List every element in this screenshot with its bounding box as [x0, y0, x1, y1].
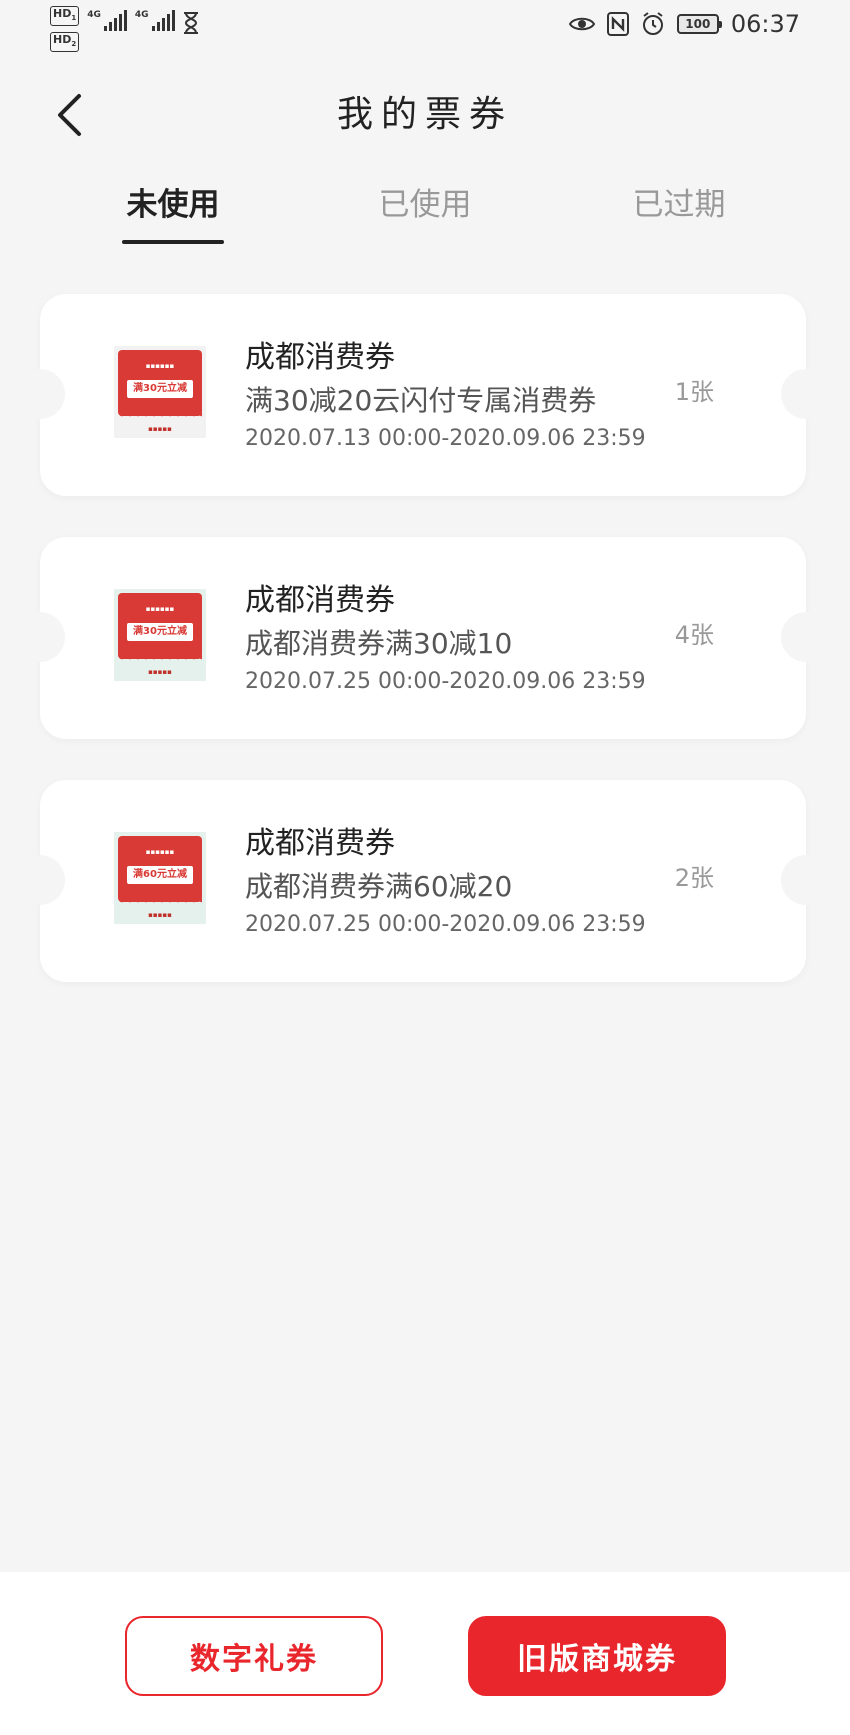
coupon-title: 成都消费券 — [245, 826, 395, 861]
tab-active-indicator — [122, 240, 224, 244]
digital-gift-coupon-button[interactable]: 数字礼券 — [125, 1616, 383, 1696]
coupon-title: 成都消费券 — [245, 340, 395, 375]
coupon-thumbnail: ▪▪▪▪▪▪ 满60元立减20元 ▪▪▪▪▪ — [114, 832, 206, 924]
tab-label: 已使用 — [378, 187, 472, 223]
coupon-card[interactable]: ▪▪▪▪▪▪ 满30元立减20元 ▪▪▪▪▪ 成都消费券 满30减20云闪付专属… — [15, 294, 831, 496]
ticket-notch — [15, 612, 65, 662]
ticket-notch — [781, 369, 831, 419]
tab-label: 已过期 — [632, 187, 726, 223]
coupon-card[interactable]: ▪▪▪▪▪▪ 满30元立减10元 ▪▪▪▪▪ 成都消费券 成都消费券满30减10… — [15, 537, 831, 739]
tab-unused[interactable]: 未使用 — [122, 180, 224, 244]
coupon-count: 4张 — [674, 621, 714, 649]
alarm-icon — [641, 12, 665, 36]
coupon-count: 1张 — [674, 378, 714, 406]
signal-1-icon: 4G — [87, 10, 127, 31]
thumbnail-band: 满60元立减20元 — [127, 866, 193, 898]
coupon-title: 成都消费券 — [245, 583, 395, 618]
ticket-notch — [781, 612, 831, 662]
hd-2-icon: HD2 — [50, 32, 80, 53]
ticket-notch — [781, 855, 831, 905]
hourglass-icon — [183, 12, 199, 34]
eye-icon — [568, 15, 595, 33]
status-time: 06:37 — [730, 10, 800, 38]
battery-icon: 100 — [676, 14, 722, 34]
coupon-thumbnail: ▪▪▪▪▪▪ 满30元立减20元 ▪▪▪▪▪ — [114, 346, 206, 438]
coupon-description: 成都消费券满60减20 — [245, 870, 513, 903]
hd-indicators: HD1 HD2 — [50, 6, 80, 53]
coupon-description: 满30减20云闪付专属消费券 — [245, 384, 597, 417]
header: 我的票券 — [0, 80, 850, 150]
coupon-count: 2张 — [674, 864, 714, 892]
tab-label: 未使用 — [126, 187, 220, 223]
coupon-description: 成都消费券满30减10 — [245, 627, 513, 660]
tab-expired[interactable]: 已过期 — [628, 180, 730, 230]
bottom-bar: 数字礼券 旧版商城券 — [0, 1572, 850, 1735]
nfc-icon — [606, 12, 629, 36]
ticket-notch — [15, 855, 65, 905]
status-left: HD1 HD2 4G 4G — [50, 6, 199, 53]
status-right: 100 06:37 — [568, 10, 800, 38]
coupon-card[interactable]: ▪▪▪▪▪▪ 满60元立减20元 ▪▪▪▪▪ 成都消费券 成都消费券满60减20… — [15, 780, 831, 982]
coupon-validity: 2020.07.25 00:00-2020.09.06 23:59 — [245, 669, 646, 694]
thumbnail-band: 满30元立减20元 — [127, 380, 193, 412]
legacy-mall-coupon-button[interactable]: 旧版商城券 — [468, 1616, 726, 1696]
hd-1-icon: HD1 — [50, 6, 80, 27]
page-title: 我的票券 — [336, 94, 513, 135]
ticket-notch — [15, 369, 65, 419]
tab-bar: 未使用 已使用 已过期 — [0, 180, 850, 250]
tab-used[interactable]: 已使用 — [374, 180, 476, 230]
coupon-validity: 2020.07.25 00:00-2020.09.06 23:59 — [245, 912, 646, 937]
signal-2-icon: 4G — [135, 10, 175, 31]
thumbnail-band: 满30元立减10元 — [127, 623, 193, 655]
coupon-validity: 2020.07.13 00:00-2020.09.06 23:59 — [245, 426, 646, 451]
status-bar: HD1 HD2 4G 4G 100 06:37 — [0, 0, 850, 56]
coupon-thumbnail: ▪▪▪▪▪▪ 满30元立减10元 ▪▪▪▪▪ — [114, 589, 206, 681]
